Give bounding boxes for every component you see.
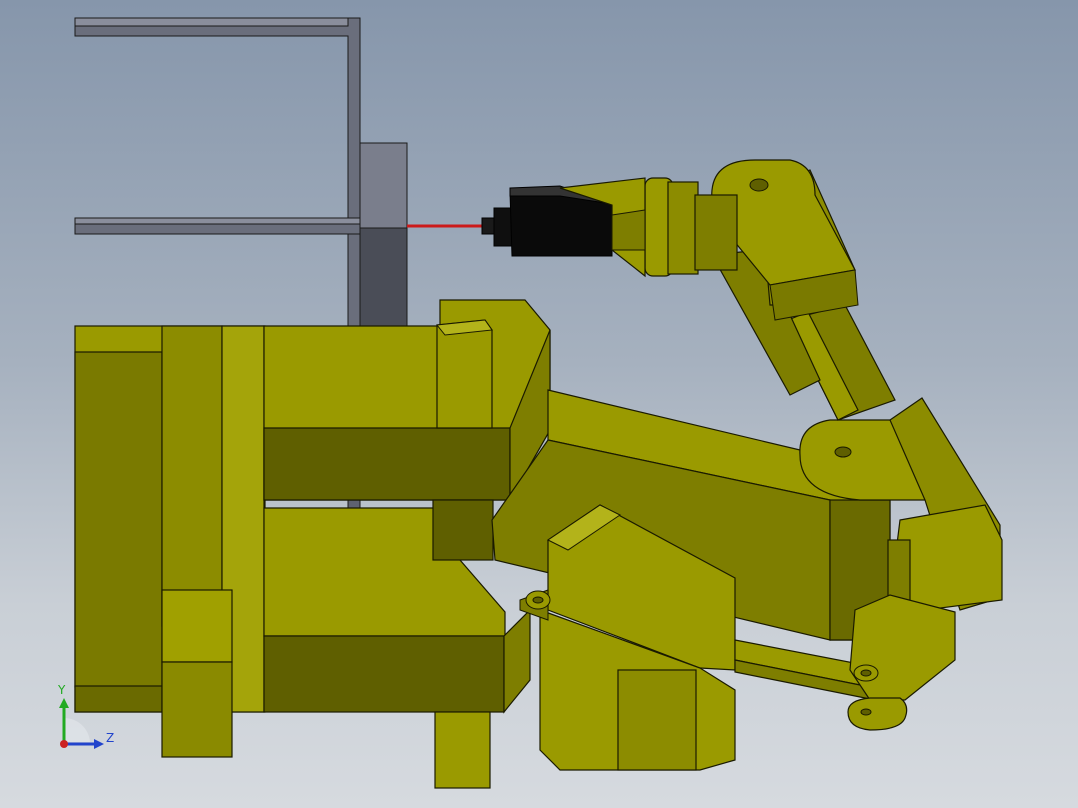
z-axis-label: Z bbox=[106, 731, 114, 745]
cad-viewport[interactable]: Y Z bbox=[0, 0, 1078, 808]
robot-arm-model[interactable] bbox=[0, 0, 1078, 808]
y-axis-arrow bbox=[59, 698, 69, 708]
z-axis-arrow bbox=[94, 739, 104, 749]
shoulder-upper[interactable] bbox=[263, 299, 551, 503]
shoulder-lower[interactable] bbox=[263, 499, 531, 789]
upper-arm[interactable] bbox=[711, 159, 896, 421]
fixture-block[interactable] bbox=[359, 142, 408, 329]
axis-triad: Y Z bbox=[57, 683, 114, 749]
y-axis-label: Y bbox=[57, 683, 66, 697]
triad-origin bbox=[60, 740, 68, 748]
